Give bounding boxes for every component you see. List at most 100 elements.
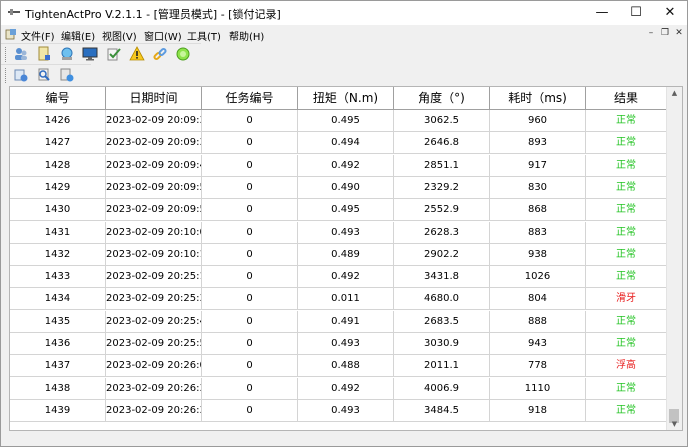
- menu-tools[interactable]: 工具(T): [187, 28, 221, 43]
- link-icon[interactable]: [152, 46, 168, 62]
- menu-help[interactable]: 帮助(H): [229, 28, 264, 43]
- cell-datetime: 2023-02-09 20:09:51: [106, 176, 202, 199]
- table-row[interactable]: 1435 2023-02-09 20:25:43 0 0.491 2683.5 888 正常: [10, 310, 667, 333]
- records-table[interactable]: 编号 日期时间 任务编号 扭矩（N.m) 角度（°) 耗时（ms) 结果 142…: [9, 86, 683, 431]
- cell-torque: 0.490: [298, 176, 394, 199]
- menu-bar: 文件(F) 编辑(E) 视图(V) 窗口(W) 工具(T) 帮助(H) – ❐ …: [1, 25, 687, 44]
- toolbar-grip[interactable]: [5, 68, 8, 83]
- cell-angle: 2011.1: [394, 355, 490, 378]
- refresh-icon[interactable]: [59, 67, 75, 83]
- cell-duration: 938: [490, 243, 586, 266]
- column-header-datetime[interactable]: 日期时间: [106, 87, 202, 109]
- cell-task-id: 0: [202, 199, 298, 222]
- cell-result: 正常: [586, 377, 667, 400]
- cell-torque: 0.492: [298, 377, 394, 400]
- table-row[interactable]: 1427 2023-02-09 20:09:38 0 0.494 2646.8 893 正常: [10, 132, 667, 155]
- table-row[interactable]: 1438 2023-02-09 20:26:33 0 0.492 4006.9 1110 正…: [10, 377, 667, 400]
- column-header-result[interactable]: 结果: [586, 87, 667, 109]
- table-row[interactable]: 1429 2023-02-09 20:09:51 0 0.490 2329.2 830 正常: [10, 176, 667, 199]
- minimize-button[interactable]: —: [585, 1, 619, 25]
- maximize-button[interactable]: ☐: [619, 1, 653, 25]
- cell-task-id: 0: [202, 333, 298, 355]
- cell-result: 正常: [586, 132, 667, 155]
- table-row[interactable]: 1432 2023-02-09 20:10:13 0 0.489 2902.2 938 正常: [10, 243, 667, 266]
- cell-angle: 3431.8: [394, 266, 490, 289]
- cell-duration: 883: [490, 221, 586, 244]
- cell-id: 1430: [10, 199, 106, 222]
- table-row[interactable]: 1431 2023-02-09 20:10:04 0 0.493 2628.3 883 正常: [10, 221, 667, 244]
- table-row[interactable]: 1433 2023-02-09 20:25:17 0 0.492 3431.8 1026 正…: [10, 266, 667, 289]
- table-row[interactable]: 1428 2023-02-09 20:09:44 0 0.492 2851.1 917 正常: [10, 154, 667, 177]
- menu-file[interactable]: 文件(F): [21, 28, 55, 43]
- table-row[interactable]: 1436 2023-02-09 20:25:50 0 0.493 3030.9 943 正常: [10, 333, 667, 355]
- cell-id: 1438: [10, 377, 106, 400]
- cell-duration: 1110: [490, 377, 586, 400]
- export-icon[interactable]: [13, 67, 29, 83]
- table-row[interactable]: 1434 2023-02-09 20:25:36 0 0.011 4680.0 804 滑牙: [10, 288, 667, 311]
- cell-task-id: 0: [202, 110, 298, 132]
- column-header-torque[interactable]: 扭矩（N.m): [298, 87, 394, 109]
- cell-datetime: 2023-02-09 20:25:36: [106, 288, 202, 311]
- cell-id: 1432: [10, 243, 106, 266]
- scroll-down-icon[interactable]: ▼: [667, 418, 682, 430]
- cell-duration: 830: [490, 176, 586, 199]
- mdi-minimize-button[interactable]: –: [645, 28, 657, 39]
- cell-result: 正常: [586, 399, 667, 422]
- cell-task-id: 0: [202, 221, 298, 244]
- cell-datetime: 2023-02-09 20:25:43: [106, 310, 202, 333]
- cell-datetime: 2023-02-09 20:25:17: [106, 266, 202, 289]
- warning-icon[interactable]: [129, 46, 145, 62]
- column-header-task-id[interactable]: 任务编号: [202, 87, 298, 109]
- scroll-up-icon[interactable]: ▲: [667, 87, 682, 99]
- document-edit-icon[interactable]: [36, 46, 52, 62]
- cell-torque: 0.493: [298, 221, 394, 244]
- user-icon[interactable]: [13, 46, 29, 62]
- cell-angle: 2552.9: [394, 199, 490, 222]
- mdi-close-button[interactable]: ✕: [673, 28, 685, 39]
- menu-edit[interactable]: 编辑(E): [61, 28, 95, 43]
- mdi-restore-button[interactable]: ❐: [659, 28, 671, 39]
- cell-id: 1436: [10, 333, 106, 355]
- table-header: 编号 日期时间 任务编号 扭矩（N.m) 角度（°) 耗时（ms) 结果: [10, 87, 667, 110]
- column-header-id[interactable]: 编号: [10, 87, 106, 109]
- cell-datetime: 2023-02-09 20:09:38: [106, 132, 202, 155]
- close-button[interactable]: ✕: [653, 1, 687, 25]
- network-icon[interactable]: [59, 46, 75, 62]
- cell-duration: 888: [490, 310, 586, 333]
- cell-angle: 4006.9: [394, 377, 490, 400]
- app-logo-icon: [8, 9, 20, 15]
- vertical-scrollbar[interactable]: ▲ ▼: [666, 87, 682, 430]
- checklist-icon[interactable]: [106, 46, 122, 62]
- cell-datetime: 2023-02-09 20:10:04: [106, 221, 202, 244]
- menu-window[interactable]: 窗口(W): [144, 28, 182, 43]
- cell-duration: 778: [490, 355, 586, 378]
- menu-view[interactable]: 视图(V): [102, 28, 137, 43]
- table-row[interactable]: 1439 2023-02-09 20:26:39 0 0.493 3484.5 918 正常: [10, 399, 667, 422]
- cell-torque: 0.495: [298, 199, 394, 222]
- cell-duration: 917: [490, 154, 586, 177]
- cell-angle: 2329.2: [394, 176, 490, 199]
- cell-id: 1431: [10, 221, 106, 244]
- table-row[interactable]: 1430 2023-02-09 20:09:58 0 0.495 2552.9 868 正常: [10, 199, 667, 222]
- cell-torque: 0.492: [298, 154, 394, 177]
- title-bar[interactable]: TightenActPro V.2.1.1 - [管理员模式] - [锁付记录]…: [1, 1, 687, 25]
- cell-result: 浮高: [586, 355, 667, 378]
- table-row[interactable]: 1437 2023-02-09 20:26:00 0 0.488 2011.1 778 浮高: [10, 355, 667, 378]
- search-icon[interactable]: [36, 67, 52, 83]
- toolbar-main: [1, 43, 201, 65]
- column-header-angle[interactable]: 角度（°): [394, 87, 490, 109]
- cell-duration: 1026: [490, 266, 586, 289]
- cell-datetime: 2023-02-09 20:09:58: [106, 199, 202, 222]
- toolbar-secondary: [1, 64, 91, 86]
- cell-task-id: 0: [202, 132, 298, 155]
- cell-torque: 0.492: [298, 266, 394, 289]
- status-green-icon[interactable]: [175, 46, 191, 62]
- monitor-icon[interactable]: [82, 46, 98, 62]
- cell-datetime: 2023-02-09 20:26:39: [106, 399, 202, 422]
- cell-torque: 0.493: [298, 399, 394, 422]
- cell-duration: 918: [490, 399, 586, 422]
- table-row[interactable]: 1426 2023-02-09 20:09:33 0 0.495 3062.5 960 正常: [10, 110, 667, 132]
- toolbar-grip[interactable]: [5, 47, 8, 62]
- cell-result: 正常: [586, 221, 667, 244]
- column-header-duration[interactable]: 耗时（ms): [490, 87, 586, 109]
